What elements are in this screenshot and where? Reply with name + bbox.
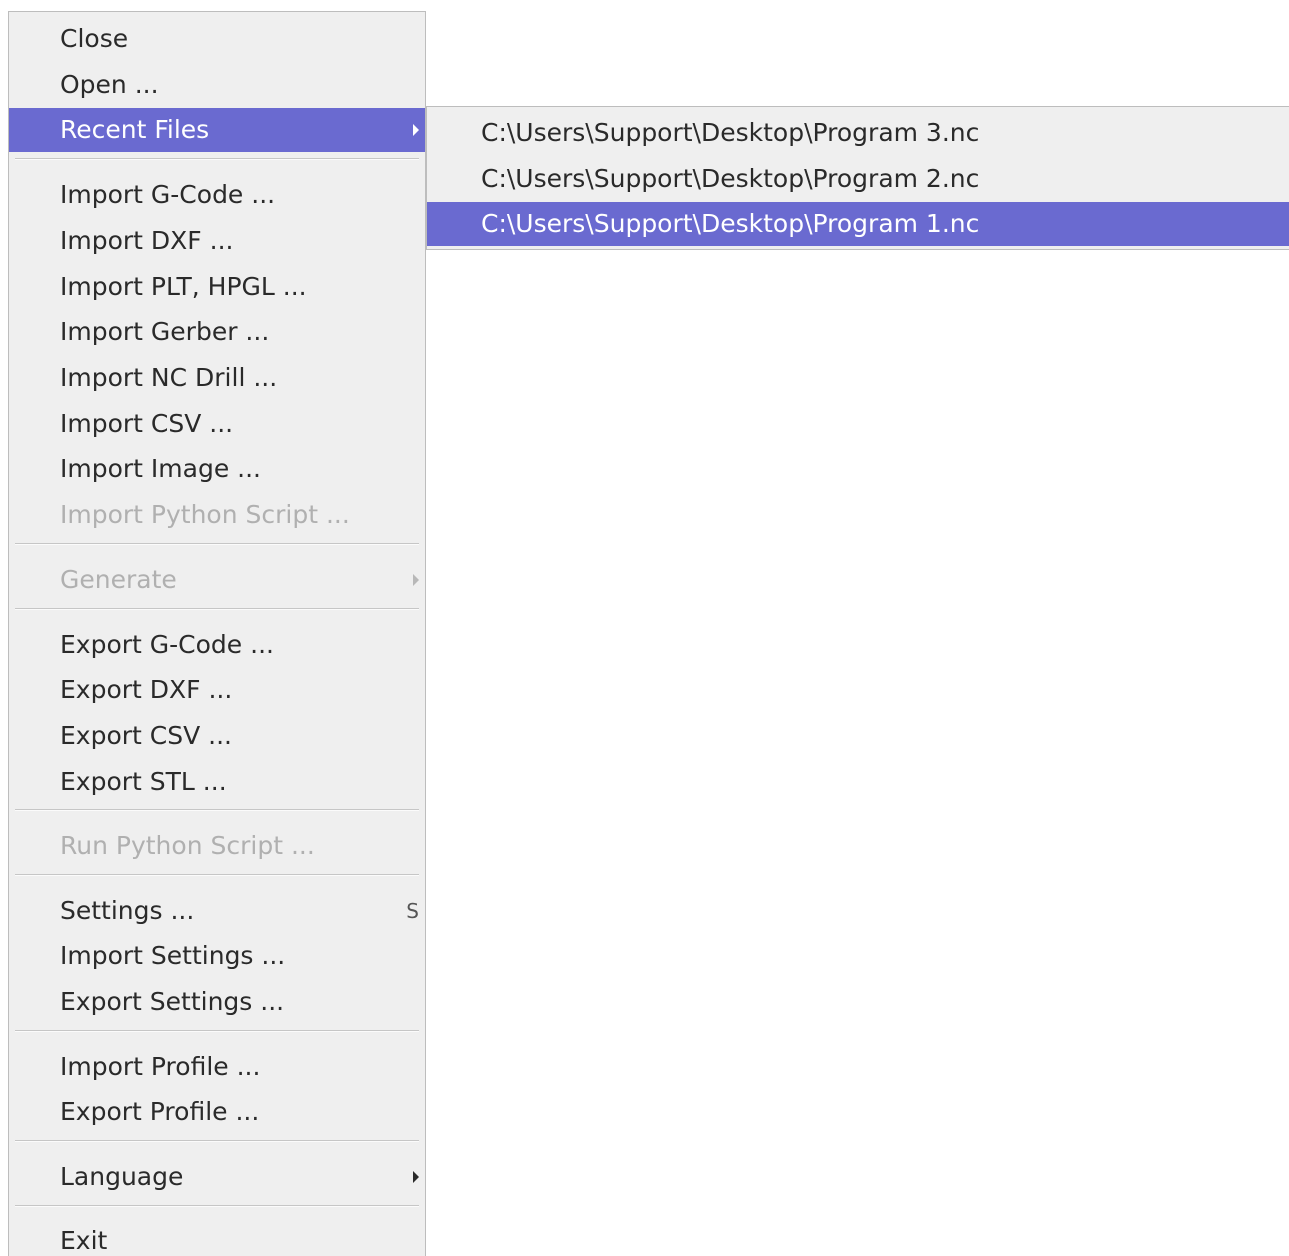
- submenu-arrow-icon: [413, 574, 419, 586]
- menu-item-label: Import Settings ...: [60, 941, 286, 970]
- menu-item-label: Generate: [60, 565, 177, 594]
- menu-item-label: Export CSV ...: [60, 721, 232, 750]
- menu-item-export-stl[interactable]: Export STL ...: [9, 760, 425, 804]
- submenu-arrow-icon: [413, 1171, 419, 1183]
- menu-item-import-settings[interactable]: Import Settings ...: [9, 934, 425, 978]
- menu-separator: [15, 608, 419, 610]
- menu-item-label: Recent Files: [60, 115, 210, 144]
- menu-separator: [15, 809, 419, 811]
- menu-item-label: Settings ...: [60, 896, 195, 925]
- menu-item-export-settings[interactable]: Export Settings ...: [9, 980, 425, 1024]
- menu-item-label: Import Image ...: [60, 454, 262, 483]
- menu-separator: [15, 543, 419, 545]
- menu-item-label: Import Python Script ...: [60, 500, 350, 529]
- menu-item-label: Import NC Drill ...: [60, 363, 278, 392]
- menu-item-label: Export Profile ...: [60, 1097, 260, 1126]
- menu-item-import-dxf[interactable]: Import DXF ...: [9, 219, 425, 263]
- menu-item-import-gcode[interactable]: Import G-Code ...: [9, 173, 425, 217]
- menu-item-label: Export DXF ...: [60, 675, 233, 704]
- menu-item-exit[interactable]: Exit: [9, 1219, 425, 1256]
- recent-file-item[interactable]: C:\Users\Support\Desktop\Program 3.nc: [427, 111, 1289, 155]
- menu-item-label: Export STL ...: [60, 767, 227, 796]
- menu-item-label: Import PLT, HPGL ...: [60, 272, 307, 301]
- menu-item-label: Import DXF ...: [60, 226, 234, 255]
- menu-item-export-csv[interactable]: Export CSV ...: [9, 714, 425, 758]
- screen: Close Open ... Recent Files Import G-Cod…: [0, 0, 1289, 1256]
- recent-file-path: C:\Users\Support\Desktop\Program 3.nc: [481, 118, 980, 147]
- menu-item-open[interactable]: Open ...: [9, 63, 425, 107]
- menu-item-label: Open ...: [60, 70, 159, 99]
- menu-item-label: Import CSV ...: [60, 409, 234, 438]
- menu-separator: [15, 874, 419, 876]
- menu-item-import-csv[interactable]: Import CSV ...: [9, 402, 425, 446]
- menu-item-export-gcode[interactable]: Export G-Code ...: [9, 623, 425, 667]
- recent-file-path: C:\Users\Support\Desktop\Program 2.nc: [481, 164, 980, 193]
- menu-item-settings[interactable]: Settings ... S: [9, 889, 425, 933]
- menu-item-close[interactable]: Close: [9, 17, 425, 61]
- menu-separator: [15, 1140, 419, 1142]
- recent-files-submenu: C:\Users\Support\Desktop\Program 3.nc C:…: [426, 106, 1289, 250]
- menu-item-generate: Generate: [9, 558, 425, 602]
- menu-separator: [15, 1205, 419, 1207]
- menu-separator: [15, 158, 419, 160]
- recent-file-item[interactable]: C:\Users\Support\Desktop\Program 2.nc: [427, 157, 1289, 201]
- recent-file-item[interactable]: C:\Users\Support\Desktop\Program 1.nc: [427, 202, 1289, 246]
- menu-item-run-python-script: Run Python Script ...: [9, 824, 425, 868]
- menu-item-export-profile[interactable]: Export Profile ...: [9, 1090, 425, 1134]
- menu-item-import-profile[interactable]: Import Profile ...: [9, 1045, 425, 1089]
- file-menu: Close Open ... Recent Files Import G-Cod…: [8, 11, 426, 1256]
- menu-item-label: Exit: [60, 1226, 108, 1255]
- submenu-arrow-icon: [413, 124, 419, 136]
- menu-item-language[interactable]: Language: [9, 1155, 425, 1199]
- menu-item-export-dxf[interactable]: Export DXF ...: [9, 668, 425, 712]
- recent-file-path: C:\Users\Support\Desktop\Program 1.nc: [481, 209, 980, 238]
- menu-item-label: Language: [60, 1162, 184, 1191]
- menu-item-import-nc-drill[interactable]: Import NC Drill ...: [9, 356, 425, 400]
- menu-item-label: Import Gerber ...: [60, 317, 270, 346]
- menu-item-import-plt-hpgl[interactable]: Import PLT, HPGL ...: [9, 265, 425, 309]
- menu-item-label: Import G-Code ...: [60, 180, 276, 209]
- menu-item-import-python-script: Import Python Script ...: [9, 493, 425, 537]
- menu-separator: [15, 1030, 419, 1032]
- menu-item-label: Run Python Script ...: [60, 831, 315, 860]
- menu-item-label: Export G-Code ...: [60, 630, 274, 659]
- menu-item-import-gerber[interactable]: Import Gerber ...: [9, 310, 425, 354]
- menu-item-label: Export Settings ...: [60, 987, 285, 1016]
- menu-item-label: Close: [60, 24, 129, 53]
- menu-item-import-image[interactable]: Import Image ...: [9, 447, 425, 491]
- shortcut-label: S: [406, 899, 419, 923]
- menu-item-label: Import Profile ...: [60, 1052, 261, 1081]
- menu-item-recent-files[interactable]: Recent Files: [9, 108, 425, 152]
